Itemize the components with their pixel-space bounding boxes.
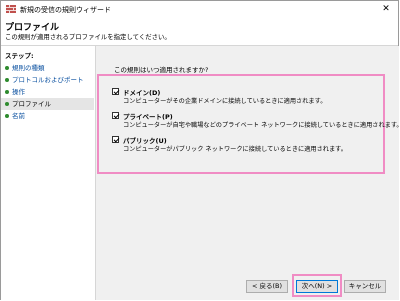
step-item-name[interactable]: 名前: [1, 110, 94, 122]
steps-title: ステップ:: [5, 52, 34, 60]
step-bullet-icon: [5, 66, 9, 70]
domain-description: コンピューターがその企業ドメインに接続しているときに適用されます。: [123, 98, 327, 105]
window-title: 新規の受信の規則ウィザード: [20, 6, 111, 14]
page-description: この規則が適用されるプロファイルを指定してください。: [5, 33, 171, 41]
close-icon[interactable]: ✕: [374, 1, 398, 18]
private-description: コンピューターが自宅や職場などのプライベート ネットワークに接続しているときに適…: [123, 122, 400, 129]
firewall-app-icon: [6, 5, 16, 13]
domain-checkbox[interactable]: [112, 88, 119, 95]
cancel-button[interactable]: キャンセル: [344, 280, 386, 293]
step-item-rule-type[interactable]: 規則の種類: [1, 62, 94, 74]
step-bullet-icon: [5, 90, 9, 94]
step-label: プロファイル: [12, 100, 51, 108]
public-checkbox[interactable]: [112, 136, 119, 143]
step-item-action[interactable]: 操作: [1, 86, 94, 98]
step-label: 名前: [12, 112, 25, 120]
steps-list: 規則の種類 プロトコルおよびポート 操作 プロファイル 名前: [1, 62, 94, 122]
next-button[interactable]: 次へ(N) >: [296, 280, 338, 293]
private-checkbox[interactable]: [112, 112, 119, 119]
step-item-protocol-port[interactable]: プロトコルおよびポート: [1, 74, 94, 86]
steps-sidebar: ステップ: 規則の種類 プロトコルおよびポート 操作 プロファイル 名前: [1, 46, 96, 300]
profile-question: この規則はいつ適用されますか?: [114, 66, 209, 74]
step-item-profile[interactable]: プロファイル: [1, 98, 94, 110]
public-description: コンピューターがパブリック ネットワークに接続しているときに適用されます。: [123, 146, 347, 153]
back-button[interactable]: < 戻る(B): [246, 280, 288, 293]
title-bar: 新規の受信の規則ウィザード ✕: [1, 1, 398, 18]
step-label: プロトコルおよびポート: [12, 76, 84, 84]
step-bullet-icon: [5, 114, 9, 118]
step-label: 規則の種類: [12, 64, 45, 72]
step-bullet-icon: [5, 102, 9, 106]
wizard-header: プロファイル この規則が適用されるプロファイルを指定してください。: [1, 18, 398, 46]
step-label: 操作: [12, 88, 25, 96]
step-bullet-icon: [5, 78, 9, 82]
main-panel: この規則はいつ適用されますか? ドメイン(D) コンピューターがその企業ドメイン…: [96, 46, 400, 300]
wizard-window: 新規の受信の規則ウィザード ✕ プロファイル この規則が適用されるプロファイルを…: [0, 0, 400, 300]
